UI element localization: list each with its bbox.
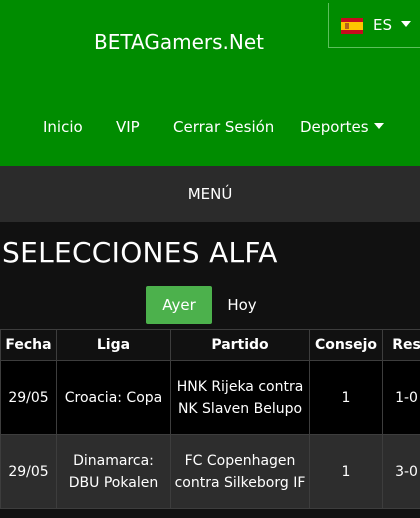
column-header-liga: Liga (56, 329, 171, 361)
table-row: 29/05 Croacia: Copa HNK Rijeka contra NK… (0, 360, 420, 435)
cell-partido: FC Copenhagen contra Silkeborg IF (170, 434, 310, 509)
tab-hoy[interactable]: Hoy (214, 286, 270, 324)
nav-item-vip[interactable]: VIP (116, 118, 140, 136)
site-title[interactable]: BETAGamers.Net (0, 30, 358, 54)
tab-ayer[interactable]: Ayer (146, 286, 212, 324)
language-selector[interactable]: ES (328, 3, 420, 48)
nav-item-inicio[interactable]: Inicio (43, 118, 83, 136)
nav-item-deportes[interactable]: Deportes (300, 118, 384, 136)
cell-partido: HNK Rijeka contra NK Slaven Belupo (170, 360, 310, 435)
picks-table: Fecha Liga Partido Consejo Res 29/05 Cro… (0, 329, 420, 509)
cell-fecha: 29/05 (0, 434, 57, 509)
cell-consejo: 1 (309, 360, 383, 435)
chevron-down-icon (401, 21, 411, 27)
cell-liga: Dinamarca: DBU Pokalen (56, 434, 171, 509)
spain-flag-icon (341, 18, 363, 34)
column-header-partido: Partido (170, 329, 310, 361)
cell-consejo: 1 (309, 434, 383, 509)
table-row: 29/05 Dinamarca: DBU Pokalen FC Copenhag… (0, 434, 420, 509)
column-header-fecha: Fecha (0, 329, 57, 361)
column-header-consejo: Consejo (309, 329, 383, 361)
table-header-row: Fecha Liga Partido Consejo Res (0, 329, 420, 361)
language-label: ES (373, 16, 392, 34)
caret-down-icon (373, 123, 384, 129)
site-header: BETAGamers.Net ES Inicio VIP Cerrar Sesi… (0, 0, 420, 166)
nav-item-deportes-label: Deportes (300, 118, 369, 136)
column-header-res: Res (382, 329, 420, 361)
page-title: SELECCIONES ALFA (2, 236, 278, 269)
cell-res: 3-0 (382, 434, 420, 509)
nav-item-cerrar-sesion[interactable]: Cerrar Sesión (173, 118, 274, 136)
cell-res: 1-0 (382, 360, 420, 435)
menu-toggle[interactable]: MENÚ (0, 166, 420, 222)
cell-liga: Croacia: Copa (56, 360, 171, 435)
cell-fecha: 29/05 (0, 360, 57, 435)
